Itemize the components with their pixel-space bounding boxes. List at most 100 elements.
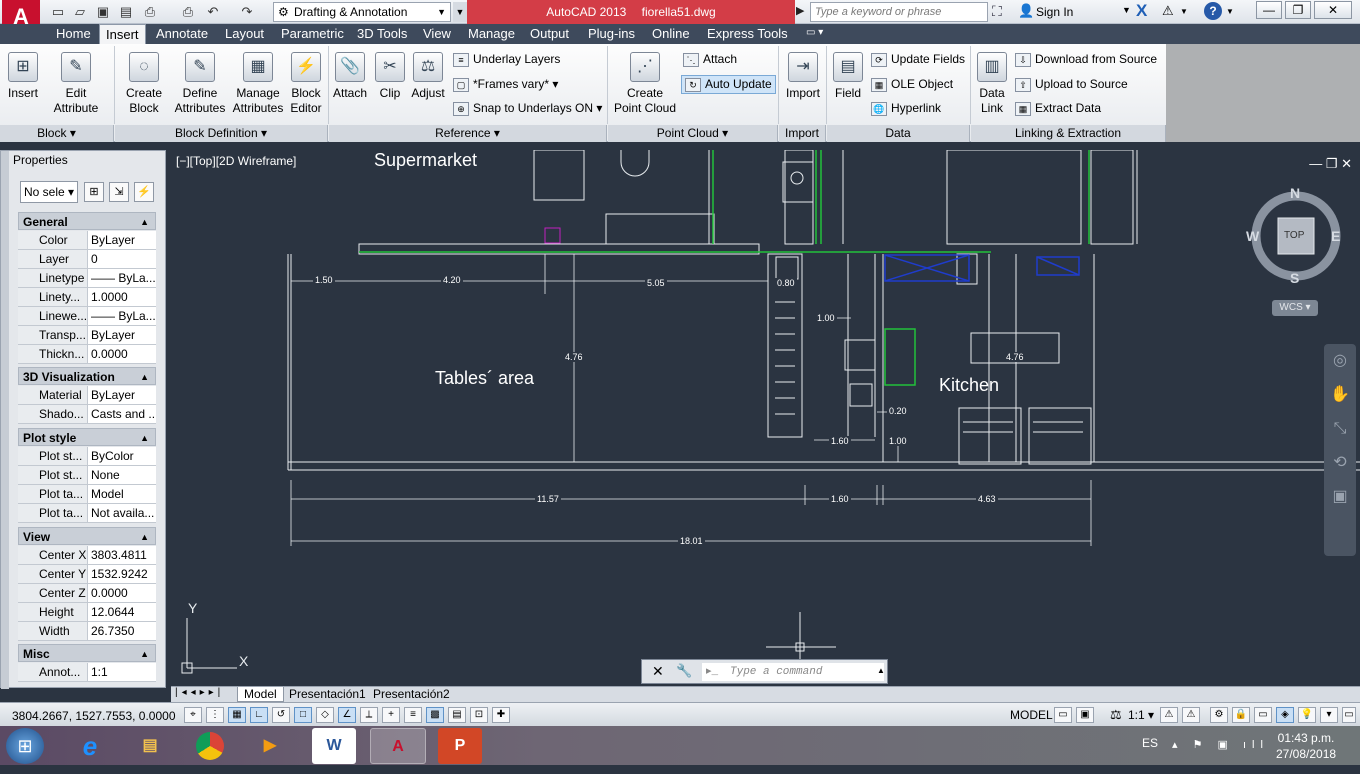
title-arrow-icon[interactable]: ▶ xyxy=(796,4,808,17)
workspace-switching-icon[interactable]: ⚙ xyxy=(1210,707,1228,723)
panel-label-reference[interactable]: Reference ▾ xyxy=(329,125,607,142)
annotation-scale[interactable]: 1:1 ▾ xyxy=(1128,708,1154,722)
annotation-monitor-icon[interactable]: ✚ xyxy=(492,707,510,723)
snap-underlays-dropdown[interactable]: ⊕ Snap to Underlays ON ▾ xyxy=(453,101,602,116)
quick-properties-icon[interactable]: ▤ xyxy=(448,707,466,723)
infer-constraints-icon[interactable]: ⌖ xyxy=(184,707,202,723)
section-plot-style[interactable]: Plot style ▲ xyxy=(18,428,156,446)
user-icon[interactable]: 👤 xyxy=(1018,3,1034,19)
hardware-acceleration-icon[interactable]: ▭ xyxy=(1254,707,1272,723)
property-value[interactable]: Model xyxy=(87,485,156,503)
property-value[interactable]: 26.7350 xyxy=(87,622,156,640)
tab-output[interactable]: Output xyxy=(524,24,575,44)
selection-cycling-icon[interactable]: ⊡ xyxy=(470,707,488,723)
manage-attributes-button[interactable]: ▦ Manage Attributes xyxy=(230,46,286,116)
field-button[interactable]: ▤ Field xyxy=(829,46,867,101)
media-player-icon[interactable]: ▶ xyxy=(242,728,298,764)
close-button[interactable]: ✕ xyxy=(1314,1,1352,19)
property-value[interactable]: Casts and ... xyxy=(87,405,156,423)
lineweight-icon[interactable]: ≡ xyxy=(404,707,422,723)
3d-object-snap-icon[interactable]: ◇ xyxy=(316,707,334,723)
import-button[interactable]: ⇥ Import xyxy=(781,46,825,101)
autocad-taskbar-icon[interactable]: A xyxy=(370,728,426,764)
panel-label-point-cloud[interactable]: Point Cloud ▾ xyxy=(608,125,778,142)
extract-data-button[interactable]: ▦ Extract Data xyxy=(1015,101,1101,116)
property-value[interactable]: —— ByLa... xyxy=(87,269,156,287)
property-row[interactable]: Thickn... 0.0000 xyxy=(18,345,156,364)
section-general[interactable]: General ▲ xyxy=(18,212,156,230)
clock[interactable]: 01:43 p.m. 27/08/2018 xyxy=(1276,730,1336,762)
property-value[interactable]: None xyxy=(87,466,156,484)
viewport-window-controls[interactable]: — ❐ ✕ xyxy=(1309,156,1352,172)
section-misc[interactable]: Misc ▲ xyxy=(18,644,156,662)
customize-wrench-icon[interactable]: 🔧 xyxy=(676,663,692,679)
property-value[interactable]: ByLayer xyxy=(87,231,156,249)
drawing-canvas[interactable]: [−][Top][2D Wireframe] Supermarket Table… xyxy=(171,150,1360,686)
quick-access-more-button[interactable]: ▼ xyxy=(453,2,467,22)
file-explorer-icon[interactable]: ▤ xyxy=(122,728,178,764)
panel-label-block[interactable]: Block ▾ xyxy=(0,125,114,142)
navigation-bar[interactable]: ◎ ✋ ⤡ ⟲ ▣ xyxy=(1324,344,1356,556)
property-row[interactable]: Annot... 1:1 xyxy=(18,663,156,682)
tab-express-tools[interactable]: Express Tools xyxy=(701,24,794,44)
help-chevron-icon[interactable]: ▼ xyxy=(1226,7,1234,16)
block-editor-button[interactable]: ⚡ Block Editor xyxy=(287,46,325,116)
compass-north[interactable]: N xyxy=(1290,185,1300,201)
property-value[interactable]: ByColor xyxy=(87,447,156,465)
coordinates-readout[interactable]: 3804.2667, 1527.7553, 0.0000 xyxy=(12,709,176,723)
tab-insert[interactable]: Insert xyxy=(99,24,146,44)
property-row[interactable]: Color ByLayer xyxy=(18,231,156,250)
data-link-button[interactable]: ▥ Data Link xyxy=(973,46,1011,116)
viewport-controls-label[interactable]: [−][Top][2D Wireframe] xyxy=(176,154,296,168)
tab-manage[interactable]: Manage xyxy=(462,24,521,44)
selection-dropdown[interactable]: No sele ▾ xyxy=(20,181,78,203)
clip-button[interactable]: ✂ Clip xyxy=(372,46,408,101)
tab-3d-tools[interactable]: 3D Tools xyxy=(351,24,413,44)
tab-parametric[interactable]: Parametric xyxy=(275,24,350,44)
tab-view[interactable]: View xyxy=(417,24,457,44)
property-value[interactable]: ByLayer xyxy=(87,386,156,404)
property-value[interactable]: 12.0644 xyxy=(87,603,156,621)
ole-object-button[interactable]: ▦ OLE Object xyxy=(871,77,953,92)
steering-wheel-icon[interactable]: ◎ xyxy=(1324,344,1356,378)
dynamic-ucs-icon[interactable]: ⟂ xyxy=(360,707,378,723)
binoculars-icon[interactable]: ⛶ xyxy=(992,3,1002,20)
restore-button[interactable]: ❐ xyxy=(1285,1,1311,19)
grid-display-icon[interactable]: ▦ xyxy=(228,707,246,723)
property-row[interactable]: Width 26.7350 xyxy=(18,622,156,641)
attach-reference-button[interactable]: 📎 Attach xyxy=(330,46,370,101)
panel-label-block-definition[interactable]: Block Definition ▾ xyxy=(115,125,328,142)
download-from-source-button[interactable]: ⇩ Download from Source xyxy=(1015,52,1157,67)
showmotion-icon[interactable]: ▣ xyxy=(1324,480,1356,514)
save-icon[interactable]: ▣ xyxy=(93,3,113,21)
property-row[interactable]: Linetype —— ByLa... xyxy=(18,269,156,288)
language-indicator[interactable]: ES xyxy=(1142,736,1158,750)
print-icon[interactable]: ⎙ xyxy=(178,3,198,21)
snap-mode-icon[interactable]: ⋮ xyxy=(206,707,224,723)
property-value[interactable]: 0.0000 xyxy=(87,345,156,363)
orbit-icon[interactable]: ⟲ xyxy=(1324,446,1356,480)
object-snap-tracking-icon[interactable]: ∠ xyxy=(338,707,356,723)
property-row[interactable]: Height 12.0644 xyxy=(18,603,156,622)
internet-explorer-icon[interactable]: e xyxy=(62,728,118,764)
new-file-icon[interactable]: ▭ xyxy=(48,3,68,21)
compass-east[interactable]: E xyxy=(1331,228,1340,244)
point-cloud-attach-button[interactable]: ⋱ Attach xyxy=(683,52,737,67)
tab-annotate[interactable]: Annotate xyxy=(150,24,214,44)
quick-select-icon[interactable]: ⚡ xyxy=(134,182,154,202)
property-value[interactable]: 0 xyxy=(87,250,156,268)
tab-layout[interactable]: Layout xyxy=(219,24,270,44)
tab-online[interactable]: Online xyxy=(646,24,696,44)
update-fields-button[interactable]: ⟳ Update Fields xyxy=(871,52,965,67)
object-snap-icon[interactable]: □ xyxy=(294,707,312,723)
property-row[interactable]: Center Z 0.0000 xyxy=(18,584,156,603)
wcs-menu[interactable]: WCS ▾ xyxy=(1272,300,1318,316)
save-as-icon[interactable]: ▤ xyxy=(116,3,136,21)
property-row[interactable]: Shado... Casts and ... xyxy=(18,405,156,424)
auto-update-toggle[interactable]: ↻ Auto Update xyxy=(681,75,776,94)
sign-in-link[interactable]: Sign In xyxy=(1036,5,1073,19)
underlay-layers-button[interactable]: ≡ Underlay Layers xyxy=(453,52,560,67)
property-value[interactable]: 1532.9242 xyxy=(87,565,156,583)
command-history-arrow-icon[interactable]: ▲ xyxy=(877,666,885,675)
quick-view-layouts-icon[interactable]: ▭ xyxy=(1054,707,1072,723)
